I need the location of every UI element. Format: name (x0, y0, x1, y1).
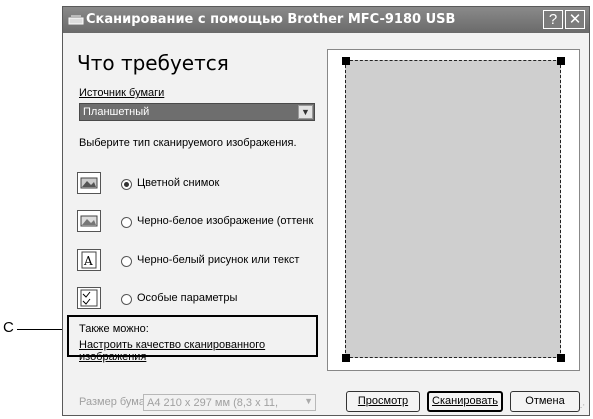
crop-handle-top-left[interactable] (342, 57, 350, 65)
callout-letter: C (3, 319, 14, 336)
help-button[interactable]: ? (543, 10, 563, 29)
page-title: Что требуется (77, 51, 229, 75)
scan-button-label: Сканировать (432, 395, 498, 407)
svg-text:A: A (83, 254, 93, 268)
crop-handle-top-right[interactable] (557, 57, 565, 65)
scanner-icon (68, 15, 84, 25)
scan-type-prompt: Выберите тип сканируемого изображения. (79, 137, 297, 149)
window-title: Сканирование с помощью Brother MFC-9180 … (86, 12, 456, 27)
grayscale-photo-icon[interactable] (77, 210, 101, 232)
option-custom-label[interactable]: Особые параметры (137, 292, 237, 304)
scan-button[interactable]: Сканировать (427, 391, 503, 412)
bw-text-icon[interactable]: A (77, 249, 101, 271)
radio-bw-text[interactable] (121, 256, 132, 267)
preview-button-label: Просмотр (357, 395, 409, 407)
option-color-photo-label[interactable]: Цветной снимок (137, 177, 219, 189)
close-button[interactable]: ✕ (565, 10, 585, 29)
crop-handle-bottom-left[interactable] (342, 354, 350, 362)
radio-grayscale[interactable] (121, 217, 132, 228)
paper-source-label: Источник бумаги (79, 87, 165, 99)
callout-line (17, 329, 65, 330)
chevron-down-icon: ▼ (304, 396, 313, 406)
chevron-down-icon[interactable]: ▼ (298, 105, 313, 119)
also-can-label: Также можно: (79, 323, 149, 335)
scan-area[interactable] (345, 60, 561, 358)
adjust-quality-link-cont[interactable]: изображения (79, 351, 146, 363)
paper-source-value: Планшетный (83, 106, 150, 118)
paper-source-select[interactable]: Планшетный ▼ (79, 103, 315, 121)
scan-preview-pane[interactable] (327, 49, 580, 371)
paper-size-value: A4 210 x 297 мм (8,3 x 11, (147, 397, 279, 409)
resize-grip-icon[interactable]: ⋰ (577, 403, 587, 413)
adjust-quality-link[interactable]: Настроить качество сканированного (79, 339, 265, 351)
paper-size-select: A4 210 x 297 мм (8,3 x 11, ▼ (143, 394, 316, 411)
preview-button[interactable]: Просмотр (346, 391, 420, 412)
option-bw-text-label[interactable]: Черно-белый рисунок или текст (137, 254, 299, 266)
crop-handle-bottom-right[interactable] (557, 354, 565, 362)
color-photo-icon[interactable] (77, 172, 101, 194)
radio-custom[interactable] (121, 294, 132, 305)
cancel-button[interactable]: Отмена (510, 391, 580, 412)
scan-dialog: Сканирование с помощью Brother MFC-9180 … (62, 6, 590, 416)
custom-settings-icon[interactable] (77, 287, 101, 309)
radio-color-photo[interactable] (121, 179, 132, 190)
title-bar[interactable]: Сканирование с помощью Brother MFC-9180 … (63, 7, 589, 33)
option-grayscale-label[interactable]: Черно-белое изображение (оттенк (137, 215, 313, 227)
